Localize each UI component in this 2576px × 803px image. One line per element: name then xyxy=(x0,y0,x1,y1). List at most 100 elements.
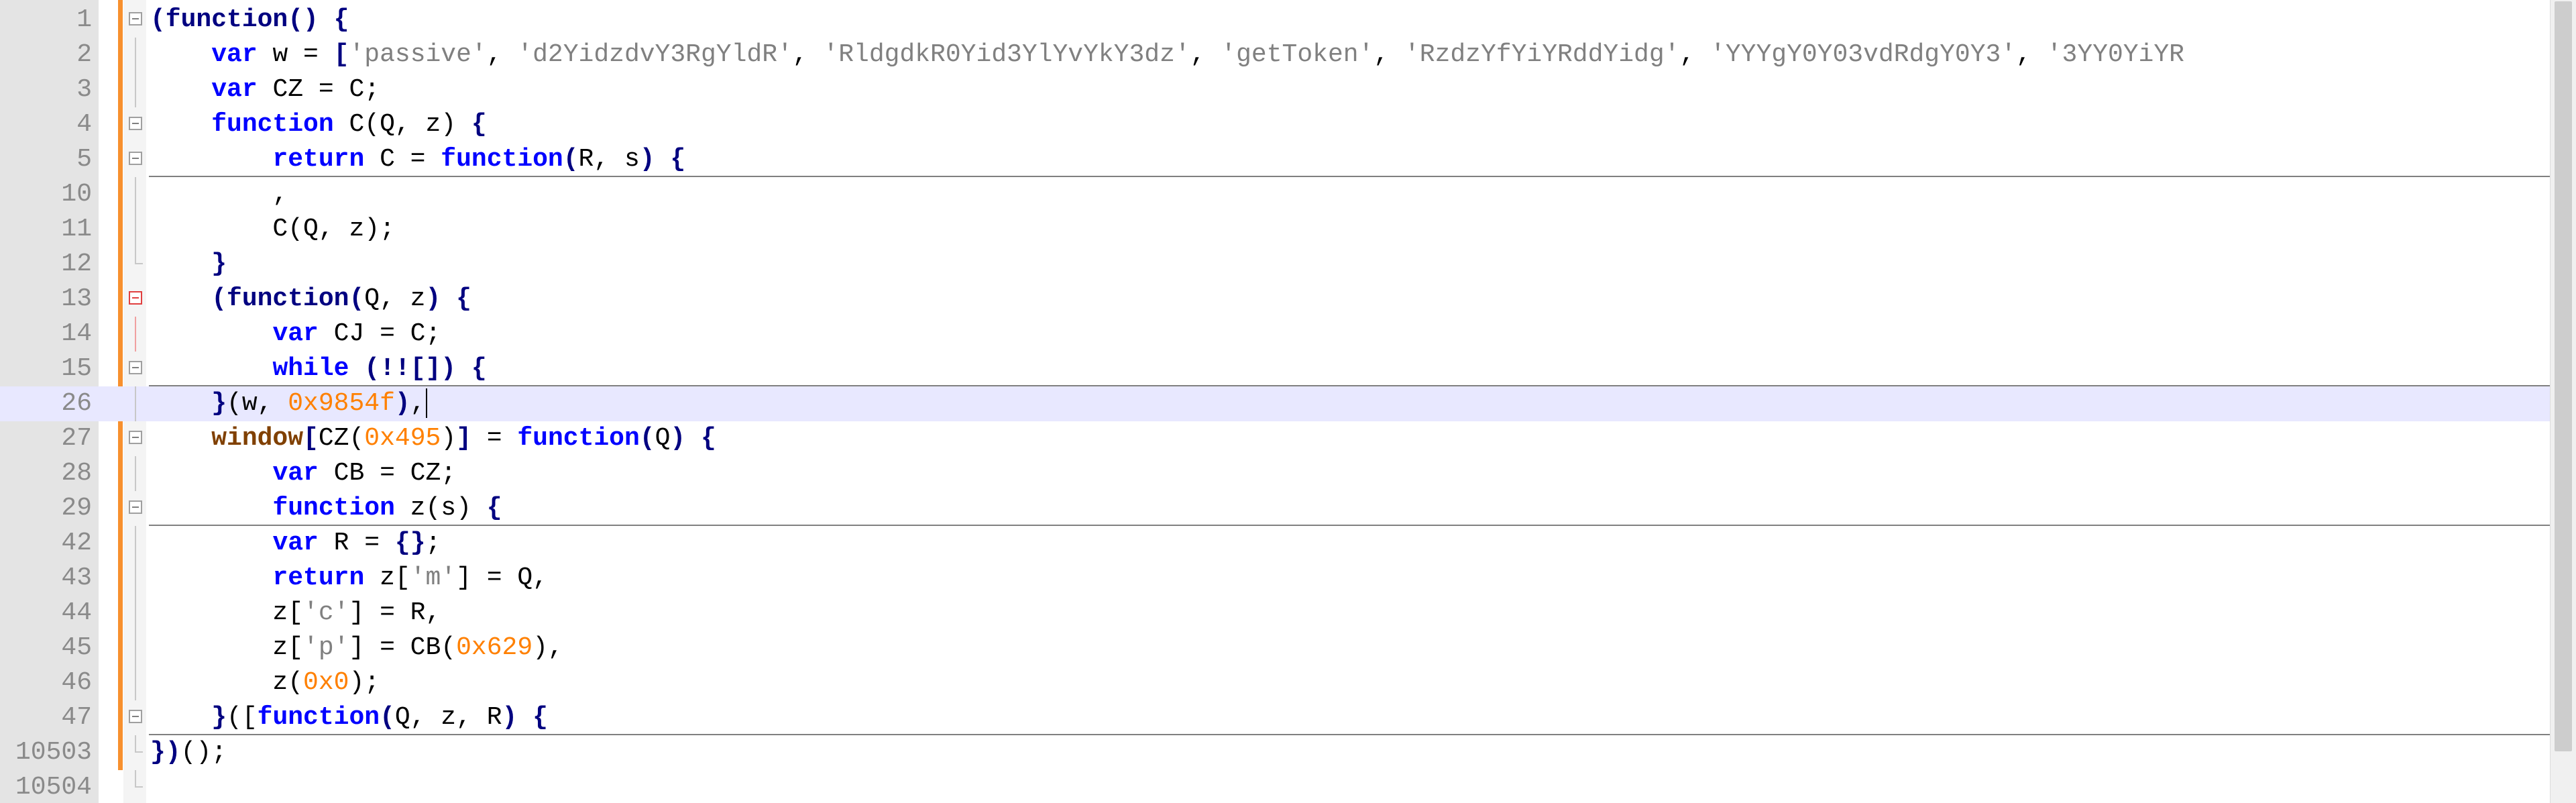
code-text[interactable]: while (!![]) { xyxy=(150,352,487,386)
code-line[interactable]: 13 (function(Q, z) { xyxy=(0,282,2550,317)
code-token: { xyxy=(701,424,716,453)
code-text[interactable]: var CJ = C; xyxy=(150,317,441,352)
code-line[interactable]: 1 (function() { xyxy=(0,3,2550,38)
code-line[interactable]: 15 while (!![]) { xyxy=(0,352,2550,386)
line-number: 12 xyxy=(61,250,92,278)
code-token: { xyxy=(471,354,487,383)
code-line[interactable]: 46 z(0x0); xyxy=(0,665,2550,700)
code-text[interactable]: function C(Q, z) { xyxy=(150,107,486,142)
code-text[interactable]: C(Q, z); xyxy=(150,212,394,247)
code-line[interactable]: 3 var CZ = C; xyxy=(0,72,2550,107)
code-token: ( xyxy=(563,145,579,174)
code-line[interactable]: 42 var R = {}; xyxy=(0,526,2550,561)
code-text[interactable]: }(w, 0x9854f), xyxy=(150,386,427,421)
code-line[interactable]: 4 function C(Q, z) { xyxy=(0,107,2550,142)
code-line[interactable]: 10504 xyxy=(0,770,2550,803)
code-token: var xyxy=(211,75,258,104)
fold-toggle-icon[interactable] xyxy=(129,12,142,25)
code-token: function xyxy=(257,703,380,732)
code-line[interactable]: 45 z['p'] = CB(0x629), xyxy=(0,631,2550,665)
code-token: ), xyxy=(533,633,563,662)
code-text[interactable]: , xyxy=(150,177,288,212)
line-number: 42 xyxy=(61,529,92,557)
code-line[interactable]: 2 var w = ['passive', 'd2YidzdvY3RgYldR'… xyxy=(0,38,2550,72)
code-text[interactable]: z(0x0); xyxy=(150,665,380,700)
code-text[interactable]: var CB = CZ; xyxy=(150,456,456,491)
code-line[interactable]: 26 }(w, 0x9854f), xyxy=(0,386,2550,421)
code-token: [ xyxy=(303,424,319,453)
line-number: 15 xyxy=(61,354,92,383)
code-token: return xyxy=(272,564,365,592)
code-text[interactable]: var w = ['passive', 'd2YidzdvY3RgYldR', … xyxy=(150,38,2184,72)
code-text[interactable]: function z(s) { xyxy=(150,491,502,526)
fold-toggle-icon[interactable] xyxy=(129,117,142,130)
code-line[interactable]: 11 C(Q, z); xyxy=(0,212,2550,247)
code-token: Q, z xyxy=(364,284,426,313)
code-text[interactable]: z['p'] = CB(0x629), xyxy=(150,631,563,665)
code-token: var xyxy=(272,319,319,348)
code-text[interactable]: } xyxy=(150,247,227,282)
code-token: ([ xyxy=(227,703,258,732)
line-number: 28 xyxy=(61,459,92,488)
fold-toggle-icon[interactable] xyxy=(129,710,142,723)
line-number: 26 xyxy=(61,389,92,418)
code-token: } xyxy=(211,703,227,732)
fold-guide xyxy=(135,665,136,700)
code-line[interactable]: 14 var CJ = C; xyxy=(0,317,2550,352)
code-line[interactable]: 12 } xyxy=(0,247,2550,282)
fold-toggle-icon[interactable] xyxy=(129,361,142,374)
code-token: (function xyxy=(211,284,349,313)
code-editor[interactable]: 1 (function() {2 var w = ['passive', 'd2Y… xyxy=(0,0,2576,803)
code-line[interactable]: 27 window[CZ(0x495)] = function(Q) { xyxy=(0,421,2550,456)
code-text[interactable]: return C = function(R, s) { xyxy=(150,142,685,177)
code-text[interactable]: z['c'] = R, xyxy=(150,596,441,631)
code-token: 'RzdzYfYiYRddYidg' xyxy=(1404,40,1680,69)
code-line[interactable]: 5 return C = function(R, s) { xyxy=(0,142,2550,177)
scrollbar-thumb[interactable] xyxy=(2555,1,2572,751)
code-token: ) xyxy=(425,284,441,313)
code-text[interactable]: var CZ = C; xyxy=(150,72,380,107)
code-text[interactable]: window[CZ(0x495)] = function(Q) { xyxy=(150,421,716,456)
code-text[interactable]: (function() { xyxy=(150,3,349,38)
line-number: 13 xyxy=(61,284,92,313)
code-line[interactable]: 47 }([function(Q, z, R) { xyxy=(0,700,2550,735)
code-text[interactable]: }([function(Q, z, R) { xyxy=(150,700,548,735)
fold-guide xyxy=(135,72,136,107)
code-line[interactable]: 43 return z['m'] = Q, xyxy=(0,561,2550,596)
fold-toggle-icon[interactable] xyxy=(129,431,142,444)
code-token: { xyxy=(486,494,502,523)
code-line[interactable]: 10 , xyxy=(0,177,2550,212)
line-number: 43 xyxy=(61,564,92,592)
line-number: 4 xyxy=(76,110,92,139)
code-line[interactable]: 10503})(); xyxy=(0,735,2550,770)
fold-guide xyxy=(135,38,136,72)
fold-toggle-icon[interactable] xyxy=(129,152,142,165)
fold-toggle-icon[interactable] xyxy=(129,500,142,514)
code-token: function xyxy=(211,110,334,139)
code-line[interactable]: 44 z['c'] = R, xyxy=(0,596,2550,631)
text-caret xyxy=(425,388,427,418)
code-text[interactable]: })(); xyxy=(150,735,227,770)
vertical-scrollbar[interactable] xyxy=(2550,0,2576,803)
code-line[interactable]: 29 function z(s) { xyxy=(0,491,2550,526)
code-text[interactable]: (function(Q, z) { xyxy=(150,282,471,317)
code-line[interactable]: 28 var CB = CZ; xyxy=(0,456,2550,491)
code-token: 'YYYgY0Y03vdRdgY0Y3' xyxy=(1710,40,2017,69)
fold-guide xyxy=(135,317,136,352)
code-text[interactable]: return z['m'] = Q, xyxy=(150,561,548,596)
code-text[interactable]: var R = {}; xyxy=(150,526,441,561)
code-token: ) xyxy=(502,703,518,732)
code-token: function xyxy=(441,145,563,174)
line-number: 3 xyxy=(76,75,92,104)
fold-toggle-icon[interactable] xyxy=(129,291,142,305)
